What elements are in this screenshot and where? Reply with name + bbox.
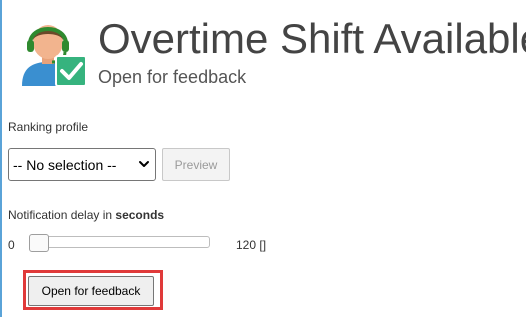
page-subtitle: Open for feedback <box>98 67 247 87</box>
ranking-profile-selected-value: -- No selection -- <box>13 156 117 173</box>
notification-delay-label: Notification delay in seconds <box>8 208 164 222</box>
slider-min-value: 0 <box>8 238 15 252</box>
notification-delay-label-prefix: Notification delay in <box>8 208 113 222</box>
ranking-profile-select[interactable]: -- No selection -- <box>8 148 156 181</box>
page-title: Overtime Shift Available <box>98 15 526 62</box>
left-border <box>0 0 2 317</box>
chevron-down-icon <box>137 157 151 171</box>
notification-delay-slider[interactable] <box>29 234 210 252</box>
open-for-feedback-button[interactable]: Open for feedback <box>28 276 154 306</box>
ranking-profile-label: Ranking profile <box>8 120 89 134</box>
preview-button[interactable]: Preview <box>162 148 230 181</box>
slider-max-value: 120 [] <box>236 238 267 252</box>
notification-delay-unit: seconds <box>115 208 165 222</box>
agent-avatar-icon <box>18 18 92 90</box>
slider-thumb[interactable] <box>29 234 49 252</box>
